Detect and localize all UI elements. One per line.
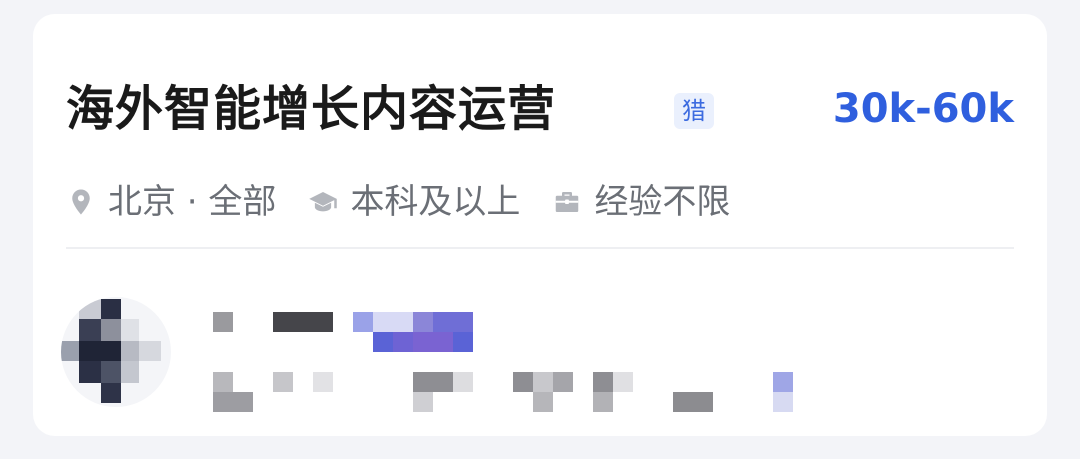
recruiter-avatar: [61, 297, 171, 407]
recruiter-name: [213, 312, 475, 356]
salary-range: 30k-60k: [832, 86, 1014, 132]
divider: [66, 247, 1014, 249]
headhunter-badge: 猎: [674, 93, 714, 129]
briefcase-icon: [552, 187, 582, 217]
job-title: 海外智能增长内容运营: [66, 81, 557, 137]
recruiter-description: [213, 372, 793, 414]
graduation-cap-icon: [308, 187, 338, 217]
education-text: 本科及以上: [350, 182, 521, 222]
location-pin-icon: [66, 187, 96, 217]
location-info: 北京 · 全部: [66, 174, 276, 230]
recruiter-info[interactable]: [53, 292, 813, 422]
job-requirements: 北京 · 全部 本科及以上 经验不限: [66, 174, 762, 230]
experience-text: 经验不限: [594, 182, 731, 222]
education-info: 本科及以上: [308, 174, 520, 230]
location-text: 北京 · 全部: [108, 182, 277, 222]
job-card[interactable]: 海外智能增长内容运营 猎 30k-60k 北京 · 全部 本科及以上 经验不限: [33, 14, 1047, 436]
job-header: 海外智能增长内容运营 猎 30k-60k: [66, 64, 1014, 154]
experience-info: 经验不限: [552, 174, 730, 230]
